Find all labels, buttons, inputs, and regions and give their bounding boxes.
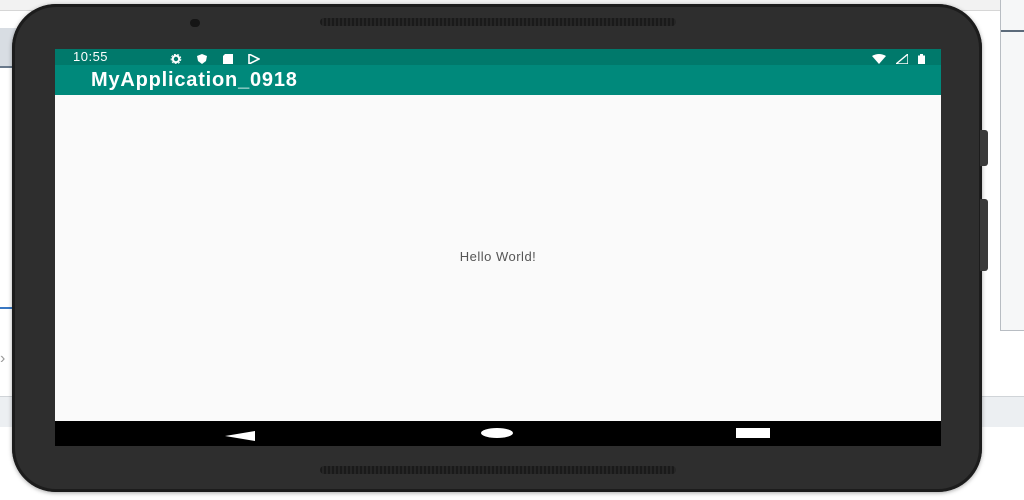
- front-camera: [190, 19, 200, 27]
- status-left-icons: [170, 52, 261, 66]
- bottom-speaker-grille: [320, 466, 676, 474]
- settings-icon: [170, 52, 182, 65]
- status-time: 10:55: [73, 49, 109, 64]
- navigation-bar: [55, 421, 941, 446]
- app-title: MyApplication_0918: [91, 69, 298, 91]
- ide-right-divider: [1001, 30, 1024, 32]
- hello-world-text: Hello World!: [459, 249, 537, 264]
- status-bar: 10:55: [55, 49, 941, 66]
- ide-right-panel: [1000, 0, 1024, 331]
- shield-icon: [196, 52, 208, 64]
- app-toolbar: MyApplication_0918: [55, 65, 941, 95]
- emulator-device-frame: 10:55 MyApplication_0918 Hello World!: [12, 4, 988, 492]
- volume-button[interactable]: [980, 199, 988, 271]
- home-icon[interactable]: [481, 428, 513, 438]
- top-speaker-grille: [320, 18, 676, 26]
- sd-card-icon: [222, 52, 234, 64]
- chevron-right-icon[interactable]: ›: [0, 350, 5, 368]
- play-store-icon: [248, 52, 261, 66]
- device-screen[interactable]: 10:55 MyApplication_0918 Hello World!: [55, 49, 941, 446]
- power-button[interactable]: [980, 130, 988, 166]
- recents-icon[interactable]: [736, 428, 770, 438]
- back-icon[interactable]: [225, 428, 255, 446]
